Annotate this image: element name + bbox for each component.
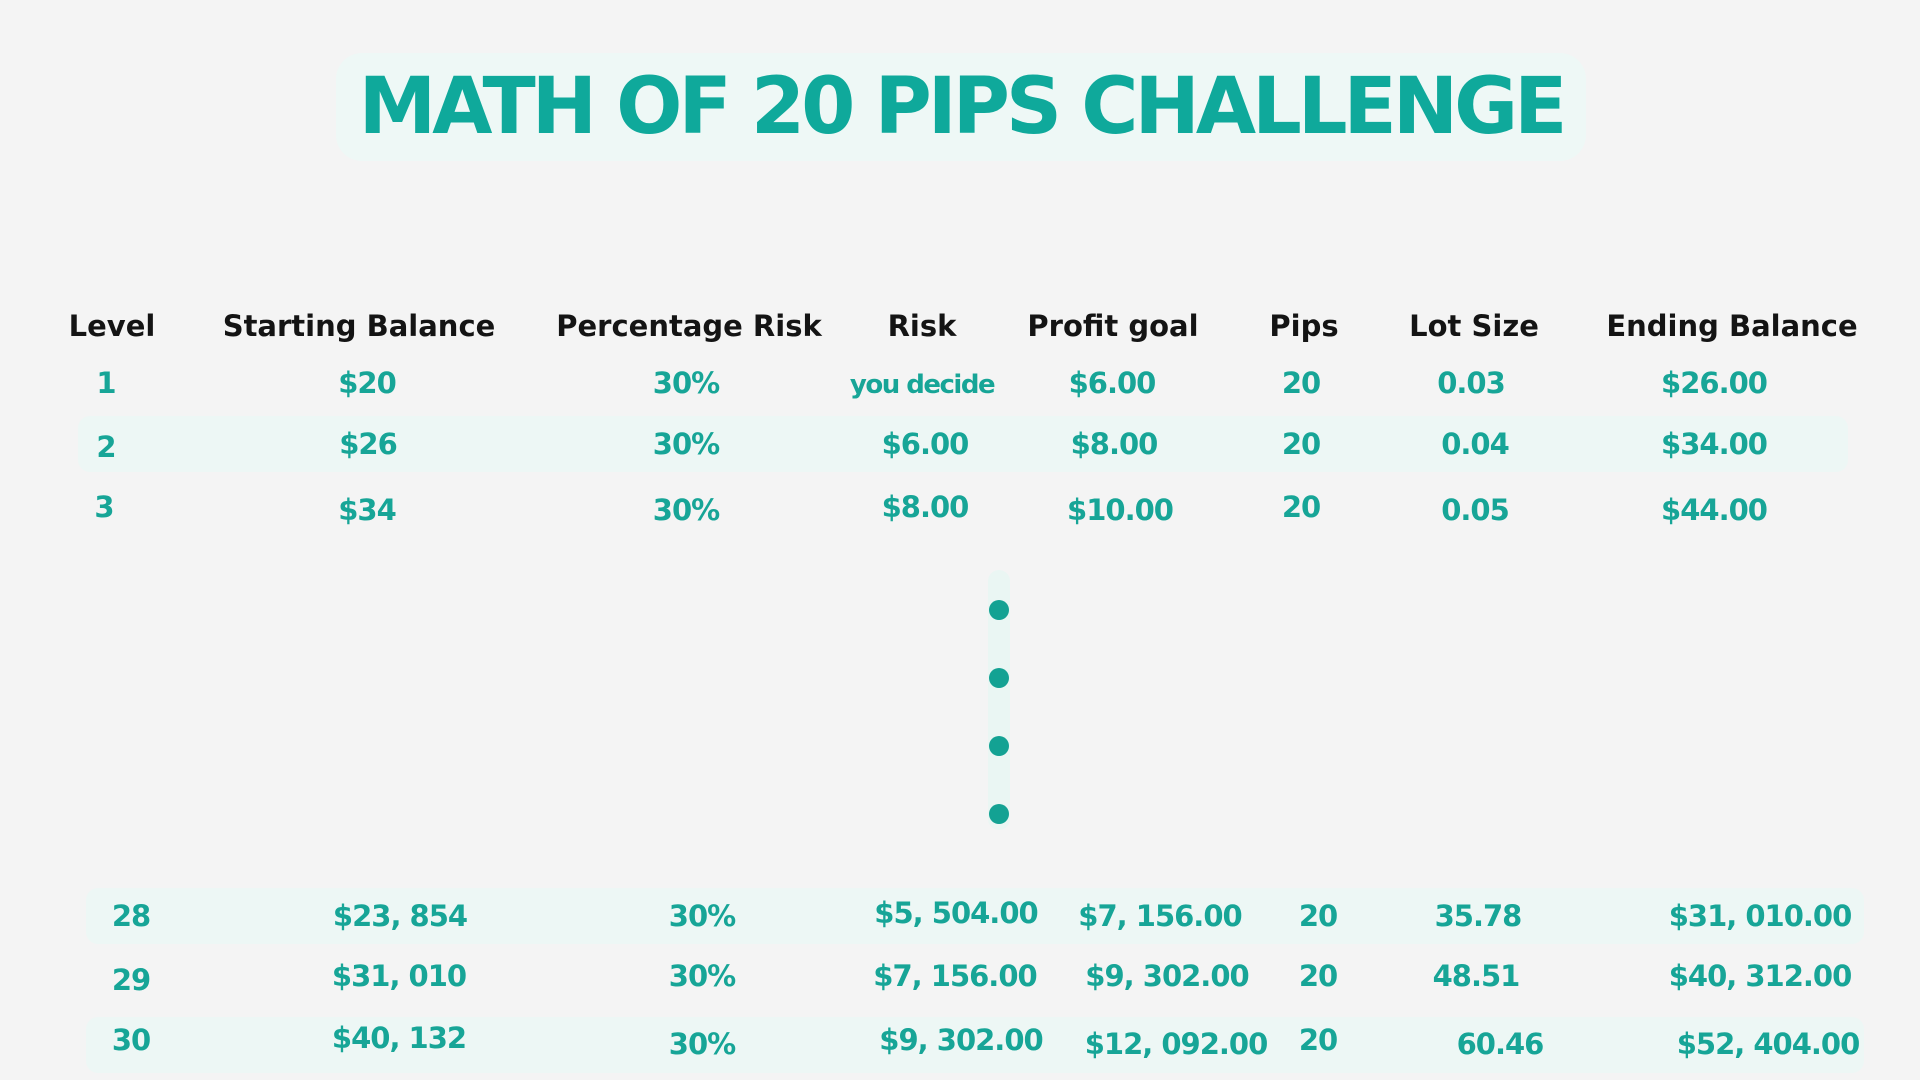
cell-lot-size: 0.05	[1441, 493, 1510, 527]
header-risk: Risk	[887, 309, 957, 343]
page-title: MATH OF 20 PIPS CHALLENGE	[358, 62, 1568, 152]
cell-ending-balance: $34.00	[1661, 427, 1768, 461]
cell-pips: 20	[1281, 427, 1321, 461]
cell-percentage-risk: 30%	[668, 959, 736, 993]
cell-starting-balance: $31, 010	[331, 959, 467, 993]
header-percentage-risk: Percentage Risk	[556, 309, 822, 343]
cell-starting-balance: $26	[339, 427, 398, 461]
cell-percentage-risk: 30%	[668, 1027, 736, 1061]
cell-ending-balance: $52, 404.00	[1676, 1027, 1861, 1061]
ellipsis-dot-icon	[989, 600, 1009, 620]
cell-pips: 20	[1298, 899, 1338, 933]
title-banner: MATH OF 20 PIPS CHALLENGE	[336, 53, 1586, 161]
header-starting-balance: Starting Balance	[222, 309, 496, 343]
cell-profit-goal: $7, 156.00	[1078, 899, 1242, 933]
header-lot-size: Lot Size	[1409, 309, 1539, 343]
cell-level: 3	[94, 490, 114, 524]
cell-pips: 20	[1281, 490, 1321, 524]
header-pips: Pips	[1269, 309, 1339, 343]
ellipsis-dot-icon	[989, 668, 1009, 688]
cell-pips: 20	[1281, 366, 1321, 400]
cell-ending-balance: $40, 312.00	[1668, 959, 1853, 993]
cell-risk: $5, 504.00	[874, 896, 1038, 930]
cell-level: 30	[111, 1023, 151, 1057]
cell-risk: $7, 156.00	[873, 959, 1037, 993]
cell-ending-balance: $26.00	[1661, 366, 1768, 400]
cell-level: 28	[111, 899, 151, 933]
cell-ending-balance: $44.00	[1661, 493, 1768, 527]
cell-starting-balance: $34	[338, 493, 397, 527]
cell-risk: $9, 302.00	[879, 1023, 1043, 1057]
cell-pips: 20	[1298, 959, 1338, 993]
ellipsis-dot-icon	[989, 804, 1009, 824]
cell-lot-size: 48.51	[1432, 959, 1521, 993]
cell-profit-goal: $12, 092.00	[1084, 1027, 1269, 1061]
cell-pips: 20	[1298, 1023, 1338, 1057]
cell-risk: you decide	[849, 370, 996, 400]
cell-percentage-risk: 30%	[652, 493, 720, 527]
header-level: Level	[68, 309, 156, 343]
cell-percentage-risk: 30%	[668, 899, 736, 933]
cell-risk: $6.00	[881, 427, 970, 461]
cell-profit-goal: $6.00	[1068, 366, 1157, 400]
ellipsis-dot-icon	[989, 736, 1009, 756]
cell-percentage-risk: 30%	[652, 427, 720, 461]
cell-starting-balance: $40, 132	[331, 1021, 467, 1055]
cell-percentage-risk: 30%	[652, 366, 720, 400]
cell-profit-goal: $9, 302.00	[1085, 959, 1249, 993]
cell-lot-size: 35.78	[1434, 899, 1523, 933]
cell-risk: $8.00	[881, 490, 970, 524]
cell-lot-size: 0.03	[1437, 366, 1506, 400]
cell-level: 1	[96, 366, 116, 400]
cell-level: 29	[111, 963, 151, 997]
cell-lot-size: 60.46	[1456, 1027, 1545, 1061]
cell-level: 2	[96, 430, 116, 464]
cell-ending-balance: $31, 010.00	[1668, 899, 1853, 933]
cell-starting-balance: $20	[338, 366, 397, 400]
cell-starting-balance: $23, 854	[332, 899, 468, 933]
cell-lot-size: 0.04	[1441, 427, 1510, 461]
cell-profit-goal: $10.00	[1067, 493, 1174, 527]
header-ending-balance: Ending Balance	[1606, 309, 1858, 343]
header-profit-goal: Profit goal	[1027, 309, 1199, 343]
cell-profit-goal: $8.00	[1070, 427, 1159, 461]
